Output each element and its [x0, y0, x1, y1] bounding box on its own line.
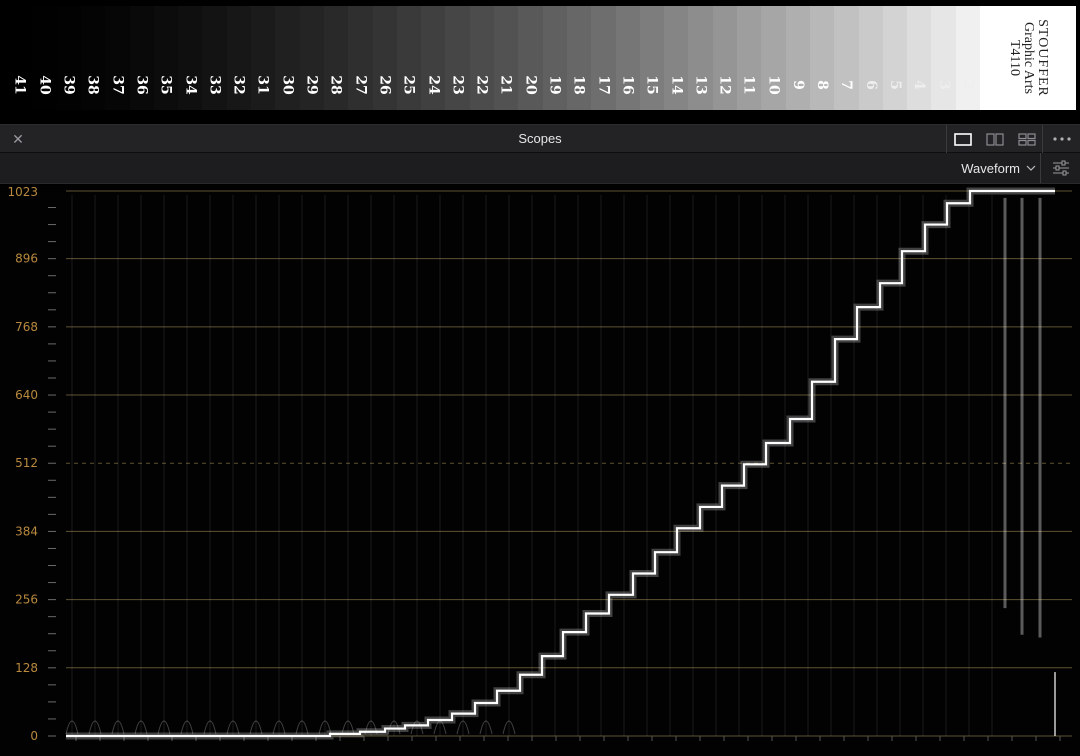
- dual-view-button[interactable]: [979, 125, 1011, 153]
- y-axis-labels: 1023 896 768 640 512 384 256 128 0: [7, 185, 38, 743]
- wedge-patch-label: 22: [473, 75, 490, 95]
- wedge-patch-label: 30: [279, 75, 296, 95]
- more-options-button[interactable]: [1042, 125, 1080, 153]
- wedge-patch-label: 34: [182, 75, 199, 95]
- y-tick-label: 384: [15, 524, 38, 538]
- wedge-patch-label: 38: [85, 75, 102, 95]
- wedge-patch-label: 33: [206, 75, 223, 95]
- panel-title: Scopes: [518, 131, 562, 146]
- wedge-patch-label: 24: [425, 75, 442, 95]
- wedge-patch-label: 7: [838, 80, 855, 90]
- y-tick-label: 1023: [7, 185, 38, 199]
- wedge-patch-label: 31: [255, 75, 272, 95]
- waveform-graph: 1023 896 768 640 512 384 256 128 0: [7, 185, 1072, 743]
- wedge-patch-label: 4: [911, 80, 928, 90]
- wedge-patch-label: 23: [449, 75, 466, 95]
- wedge-patch-label: 26: [376, 75, 393, 95]
- single-view-button[interactable]: [947, 125, 979, 153]
- wedge-patch-label: 12: [716, 75, 733, 95]
- brand-line-1: STOUFFER: [1035, 19, 1050, 97]
- single-view-icon: [954, 132, 972, 146]
- wedge-patch-label: 21: [498, 75, 515, 95]
- wedge-patch-label: 10: [765, 75, 782, 95]
- waveform-grid: [66, 190, 1072, 737]
- scope-type-dropdown[interactable]: Waveform: [961, 153, 1040, 183]
- wedge-patch-label: 41: [12, 75, 29, 95]
- dual-view-icon: [986, 132, 1004, 146]
- wedge-patch-label: 13: [692, 75, 709, 95]
- wedge-patch-label: 28: [328, 75, 345, 95]
- y-tick-label: 256: [15, 593, 38, 607]
- wedge-patch-label: 25: [400, 75, 417, 95]
- brand-line-3: T4110: [1007, 39, 1022, 77]
- wedge-patch-label: 16: [619, 75, 636, 95]
- wedge-patch-label: 20: [522, 75, 539, 95]
- quad-view-button[interactable]: [1011, 125, 1043, 153]
- wedge-patch-label: 36: [133, 75, 150, 95]
- wedge-patch-label: 37: [109, 75, 126, 95]
- wedge-patch-label: 9: [789, 80, 806, 90]
- wedge-patch-label: 17: [595, 75, 612, 95]
- y-tick-label: 896: [15, 252, 38, 266]
- quad-view-icon: [1018, 132, 1036, 146]
- wedge-patch-label: 15: [643, 75, 660, 95]
- y-tick-label: 128: [15, 661, 38, 675]
- sliders-icon: [1052, 160, 1069, 176]
- wedge-patch-label: 14: [668, 75, 685, 95]
- scopes-panel-header: ✕ Scopes: [0, 124, 1080, 153]
- wedge-patch-label: 40: [36, 75, 53, 95]
- wedge-patch-label: 11: [741, 75, 758, 95]
- wedge-patch-label: 35: [157, 75, 174, 95]
- scope-settings-button[interactable]: [1040, 153, 1080, 183]
- wedge-patch-label: 19: [546, 75, 563, 95]
- wedge-patch-label: 6: [862, 80, 879, 90]
- y-tick-label: 512: [15, 456, 38, 470]
- wedge-patch-label: 18: [571, 75, 588, 95]
- waveform-scope[interactable]: 1023 896 768 640 512 384 256 128 0: [0, 185, 1080, 756]
- y-tick-label: 768: [15, 320, 38, 334]
- step-wedge: 41 40 39 38 37 36 35 34 33 32 31 30 29 28 27 26 25 24 23 22…: [0, 0, 1080, 122]
- scope-toolbar: Waveform: [0, 153, 1080, 184]
- y-tick-label: 640: [15, 388, 38, 402]
- more-icon: [1052, 137, 1071, 141]
- brand-line-2: Graphic Arts: [1021, 22, 1036, 94]
- layout-toggle-group: [946, 125, 1042, 153]
- wedge-patch-label: 29: [303, 75, 320, 95]
- scope-type-label: Waveform: [961, 160, 1020, 176]
- chevron-down-icon: [1026, 165, 1036, 171]
- wedge-patch-label: 2: [959, 80, 976, 90]
- wedge-patch-label: 39: [60, 75, 77, 95]
- wedge-patch-label: 3: [935, 80, 952, 90]
- wedge-patch-label: 27: [352, 75, 369, 95]
- wedge-brand-label: STOUFFER Graphic Arts T4110: [980, 6, 1076, 110]
- wedge-patch-label: 32: [230, 75, 247, 95]
- wedge-patch-label: 8: [814, 80, 831, 90]
- wedge-patch-label: 5: [886, 80, 903, 90]
- y-tick-label: 0: [30, 729, 38, 743]
